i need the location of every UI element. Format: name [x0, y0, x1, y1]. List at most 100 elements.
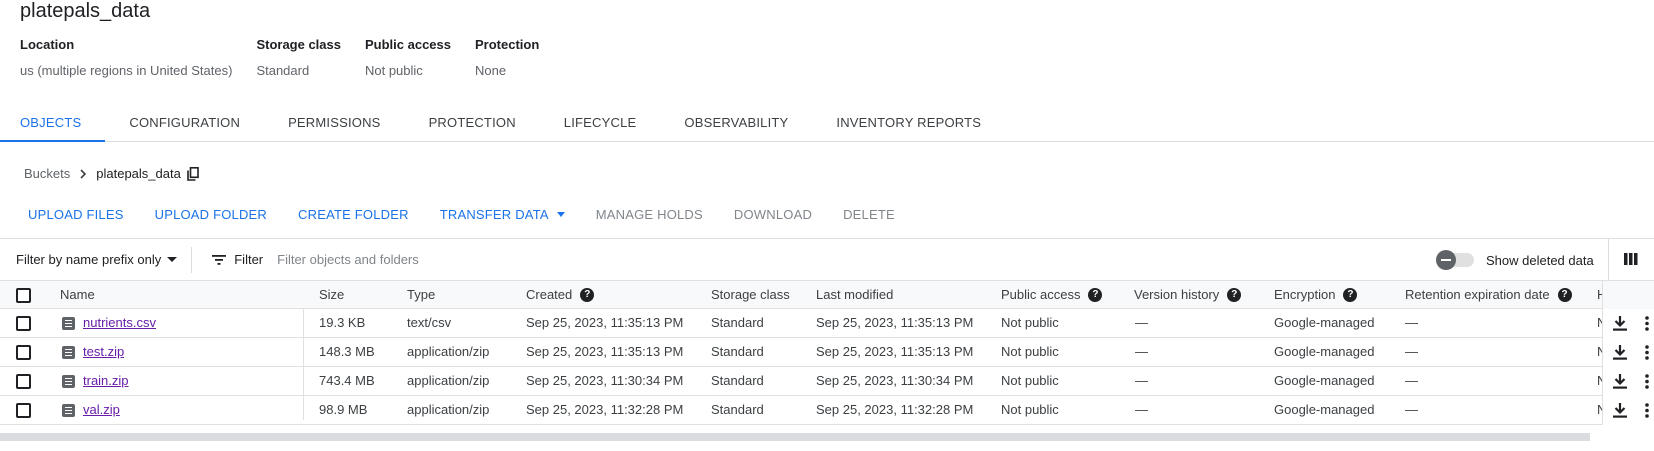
object-name-link[interactable]: train.zip: [83, 373, 129, 388]
meta-key: Protection: [474, 37, 540, 52]
meta-value: us (multiple regions in United States): [20, 63, 233, 78]
delete-button[interactable]: DELETE: [843, 207, 895, 222]
cell-last-modified: Sep 25, 2023, 11:35:13 PM: [816, 344, 974, 359]
file-icon: [62, 317, 75, 330]
transfer-data-button[interactable]: TRANSFER DATA: [440, 207, 565, 222]
help-icon[interactable]: ?: [580, 288, 595, 302]
column-display-icon[interactable]: [1624, 252, 1638, 266]
help-icon[interactable]: ?: [1343, 288, 1358, 302]
help-icon[interactable]: ?: [1088, 288, 1103, 302]
cell-storage-class: Standard: [711, 373, 764, 388]
more-vert-icon[interactable]: [1645, 403, 1649, 418]
breadcrumb-current: platepals_data: [96, 166, 181, 181]
cell-version-history: —: [1135, 373, 1148, 388]
cell-version-history: —: [1135, 344, 1148, 359]
upload-folder-button[interactable]: UPLOAD FOLDER: [155, 207, 267, 222]
header-encryption[interactable]: Encryption?: [1274, 281, 1358, 309]
table-row[interactable]: train.zip 743.4 MB application/zip Sep 2…: [0, 367, 1654, 396]
cell-retention: —: [1405, 402, 1418, 417]
row-checkbox[interactable]: [16, 374, 31, 389]
filter-button[interactable]: Filter: [212, 252, 263, 267]
table-row[interactable]: val.zip 98.9 MB application/zip Sep 25, …: [0, 396, 1654, 425]
cell-version-history: —: [1135, 315, 1148, 330]
header-last-modified[interactable]: Last modified: [816, 281, 893, 309]
cell-created: Sep 25, 2023, 11:35:13 PM: [526, 315, 684, 330]
header-version-history[interactable]: Version history?: [1134, 281, 1242, 309]
header-size[interactable]: Size: [319, 281, 344, 309]
filter-bar: Filter by name prefix only Filter Show d…: [0, 238, 1654, 281]
filter-prefix-select[interactable]: Filter by name prefix only: [16, 246, 193, 273]
caret-down-icon: [167, 257, 178, 262]
cell-size: 98.9 MB: [319, 402, 368, 417]
tab-permissions[interactable]: PERMISSIONS: [264, 108, 405, 142]
select-all-checkbox[interactable]: [16, 288, 31, 303]
header-name[interactable]: Name: [60, 281, 95, 309]
download-icon[interactable]: [1613, 403, 1627, 418]
bucket-title: platepals_data: [20, 0, 151, 22]
cell-type: text/csv: [407, 315, 452, 330]
header-created[interactable]: Created?: [526, 281, 595, 309]
cell-encryption: Google-managed: [1274, 344, 1375, 359]
table-row[interactable]: test.zip 148.3 MB application/zip Sep 25…: [0, 338, 1654, 367]
tab-bar: OBJECTS CONFIGURATION PERMISSIONS PROTEC…: [0, 108, 1654, 142]
cell-encryption: Google-managed: [1274, 315, 1375, 330]
filter-objects-input[interactable]: [277, 252, 1078, 267]
meta-key: Public access: [364, 37, 451, 52]
tab-inventory-reports[interactable]: INVENTORY REPORTS: [812, 108, 1005, 142]
cell-type: application/zip: [407, 344, 490, 359]
table-row[interactable]: nutrients.csv 19.3 KB text/csv Sep 25, 2…: [0, 309, 1654, 338]
cell-retention: —: [1405, 373, 1418, 388]
tab-observability[interactable]: OBSERVABILITY: [660, 108, 812, 142]
create-folder-button[interactable]: CREATE FOLDER: [298, 207, 409, 222]
tab-protection[interactable]: PROTECTION: [405, 108, 540, 142]
cell-encryption: Google-managed: [1274, 402, 1375, 417]
meta-storage-class: Storage class Standard: [256, 35, 341, 81]
horizontal-scrollbar[interactable]: [0, 433, 1590, 441]
header-encryption-label: Encryption: [1274, 287, 1336, 302]
object-name-link[interactable]: val.zip: [83, 402, 120, 417]
toggle-knob: [1436, 250, 1456, 270]
show-deleted-toggle[interactable]: [1436, 250, 1474, 270]
download-icon[interactable]: [1613, 316, 1627, 331]
cell-public-access: Not public: [1001, 315, 1059, 330]
manage-holds-button[interactable]: MANAGE HOLDS: [596, 207, 703, 222]
cell-size: 19.3 KB: [319, 315, 366, 330]
more-vert-icon[interactable]: [1645, 345, 1649, 360]
row-checkbox[interactable]: [16, 345, 31, 360]
copy-icon[interactable]: [187, 166, 199, 181]
object-name-link[interactable]: test.zip: [83, 344, 124, 359]
download-icon[interactable]: [1613, 345, 1627, 360]
object-name-link[interactable]: nutrients.csv: [83, 315, 156, 330]
row-checkbox[interactable]: [16, 316, 31, 331]
cell-version-history: —: [1135, 402, 1148, 417]
row-actions: [1602, 338, 1654, 367]
header-created-label: Created: [526, 287, 573, 302]
cell-retention: —: [1405, 344, 1418, 359]
cell-encryption: Google-managed: [1274, 373, 1375, 388]
cell-last-modified: Sep 25, 2023, 11:35:13 PM: [816, 315, 974, 330]
header-type[interactable]: Type: [407, 281, 435, 309]
cell-storage-class: Standard: [711, 315, 764, 330]
help-icon[interactable]: ?: [1227, 288, 1242, 302]
help-icon[interactable]: ?: [1557, 288, 1572, 302]
meta-value: Standard: [256, 63, 310, 78]
upload-files-button[interactable]: UPLOAD FILES: [28, 207, 124, 222]
tab-lifecycle[interactable]: LIFECYCLE: [540, 108, 661, 142]
cell-type: application/zip: [407, 402, 490, 417]
row-checkbox[interactable]: [16, 403, 31, 418]
cell-retention: —: [1405, 315, 1418, 330]
more-vert-icon[interactable]: [1645, 316, 1649, 331]
header-retention[interactable]: Retention expiration date?: [1405, 281, 1572, 309]
breadcrumb-buckets-link[interactable]: Buckets: [24, 166, 70, 181]
tab-objects[interactable]: OBJECTS: [0, 108, 106, 142]
download-icon[interactable]: [1613, 374, 1627, 389]
chevron-right-icon: [80, 168, 87, 179]
cell-public-access: Not public: [1001, 373, 1059, 388]
tab-configuration[interactable]: CONFIGURATION: [105, 108, 264, 142]
more-vert-icon[interactable]: [1645, 374, 1649, 389]
header-storage-class[interactable]: Storage class: [711, 281, 790, 309]
file-icon: [62, 346, 75, 359]
meta-key: Storage class: [256, 37, 341, 52]
download-button[interactable]: DOWNLOAD: [734, 207, 812, 222]
header-public-access[interactable]: Public access?: [1001, 281, 1103, 309]
